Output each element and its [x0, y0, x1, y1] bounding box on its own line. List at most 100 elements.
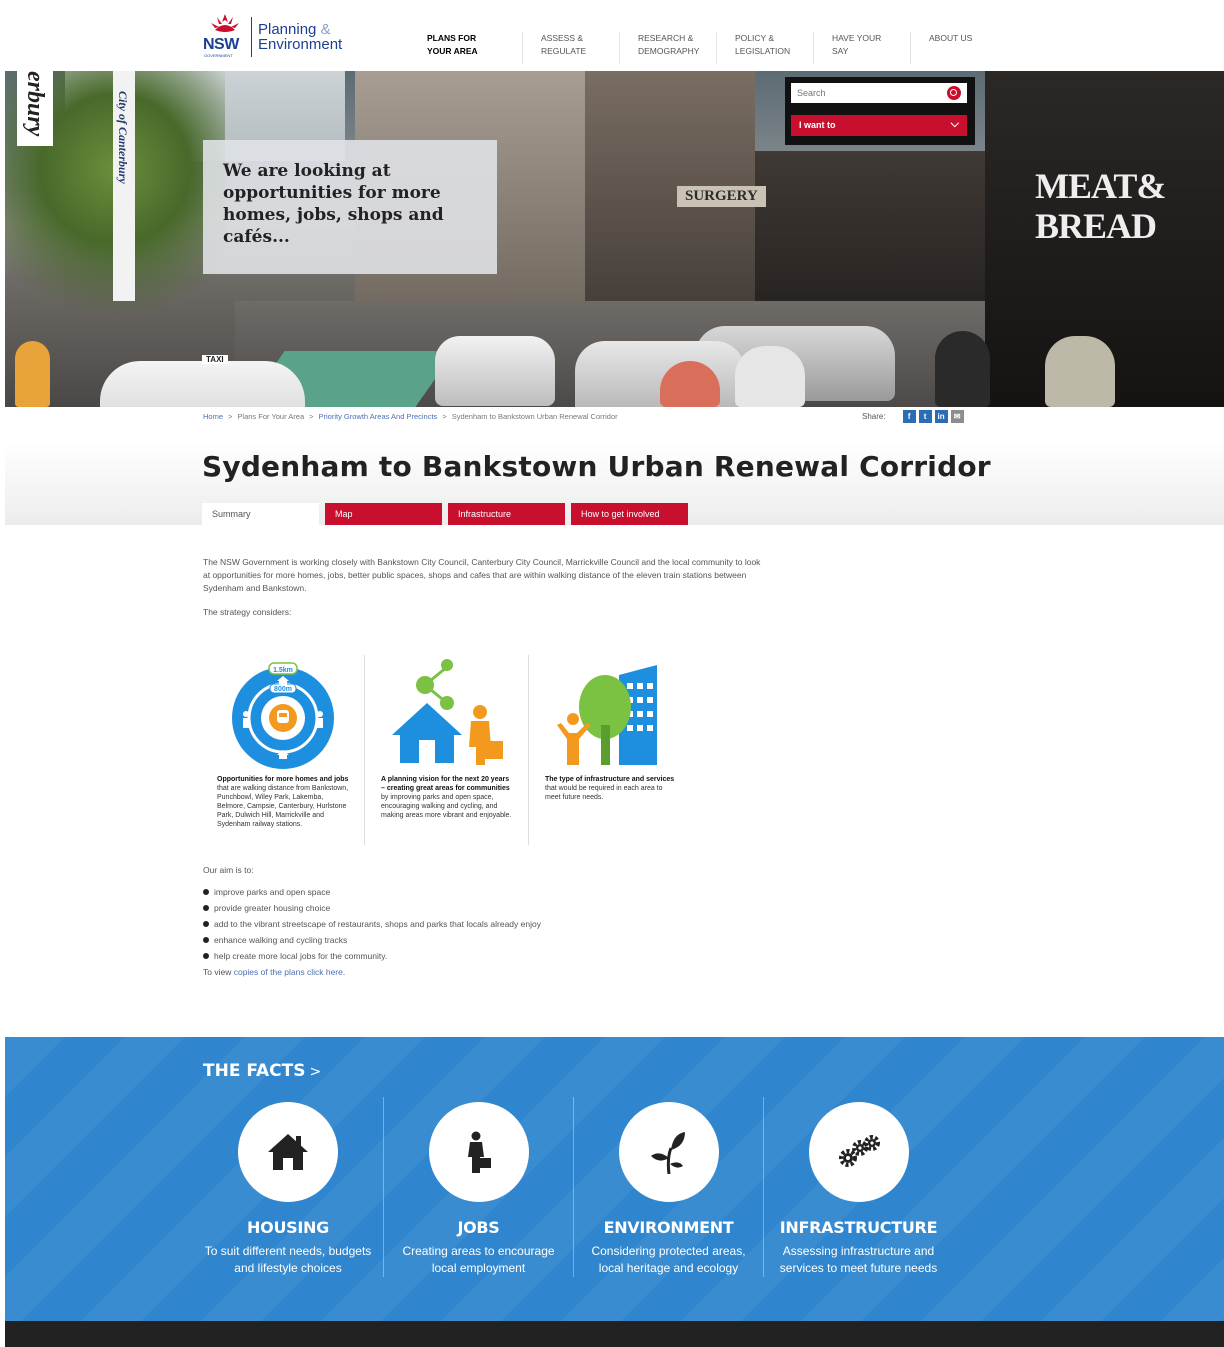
fact-description: Assessing infrastructure and services to …	[764, 1243, 953, 1277]
hero-person	[735, 346, 805, 407]
list-item-text: help create more local jobs for the comm…	[214, 951, 388, 961]
hero-taxi-sign: TAXI	[202, 355, 228, 364]
nav-policy-legislation[interactable]: POLICY & LEGISLATION	[717, 32, 814, 64]
breadcrumb-separator: >	[309, 412, 314, 421]
tab-how-to-get-involved[interactable]: How to get involved	[571, 503, 688, 525]
hero-car	[435, 336, 555, 406]
view-plans-suffix: .	[342, 967, 346, 977]
nsw-planning-logo[interactable]: NSW GOVERNMENT Planning & Environment	[203, 13, 342, 61]
nav-label: HAVE YOUR	[832, 33, 882, 43]
nav-label: ASSESS &	[541, 33, 584, 43]
nav-assess-regulate[interactable]: ASSESS & REGULATE	[523, 32, 620, 64]
view-plans-prefix: To view	[203, 967, 234, 977]
fact-infrastructure[interactable]: INFRASTRUCTURE Assessing infrastructure …	[763, 1097, 953, 1277]
bullet-icon	[203, 921, 209, 927]
hero-callout: We are looking at opportunities for more…	[203, 140, 497, 274]
aim-list: improve parks and open space provide gre…	[203, 884, 541, 964]
fact-desc-line: local heritage and ecology	[598, 1261, 739, 1275]
nav-label: SAY	[832, 46, 849, 56]
nav-about-us[interactable]: ABOUT US	[911, 32, 991, 64]
fact-environment[interactable]: ENVIRONMENT Considering protected areas,…	[573, 1097, 763, 1277]
facts-section: THE FACTS > HOUSING To suit different nee…	[5, 1037, 1224, 1321]
caption-bold: A planning vision for the next 20 years …	[381, 776, 510, 792]
aim-heading: Our aim is to:	[203, 865, 254, 875]
facts-title-link[interactable]: THE FACTS >	[203, 1061, 321, 1081]
list-item: improve parks and open space	[203, 884, 541, 900]
nav-label: POLICY &	[735, 33, 775, 43]
hero-surgery-sign: SURGERY	[677, 186, 766, 207]
fact-description: To suit different needs, budgets and life…	[193, 1243, 383, 1277]
caption-rest: that would be required in each area to m…	[545, 785, 663, 801]
search-icon[interactable]	[947, 86, 961, 100]
breadcrumb-plans[interactable]: Plans For Your Area	[237, 412, 304, 421]
breadcrumb-home[interactable]: Home	[203, 412, 223, 421]
linkedin-icon[interactable]: in	[934, 410, 948, 423]
fact-icon-circle	[808, 1102, 909, 1202]
fact-housing[interactable]: HOUSING To suit different needs, budgets…	[193, 1097, 383, 1277]
breadcrumb-current: Sydenham to Bankstown Urban Renewal Corr…	[451, 412, 618, 421]
radius-label-800m: 800m	[274, 686, 292, 693]
tab-infrastructure[interactable]: Infrastructure	[448, 503, 565, 525]
share-bar: Share: f t in ✉	[862, 410, 964, 423]
nsw-wordmark: NSW	[203, 36, 239, 53]
logo-divider	[251, 17, 252, 57]
caption-rest: by improving parks and open space, encou…	[381, 794, 512, 819]
share-label: Share:	[862, 412, 886, 421]
page-tabs: Summary Map Infrastructure How to get in…	[202, 503, 688, 525]
search-panel: I want to ⌵	[785, 77, 975, 145]
bullet-icon	[203, 889, 209, 895]
i-want-to-label: I want to	[799, 120, 836, 130]
nav-research-demography[interactable]: RESEARCH & DEMOGRAPHY	[620, 32, 717, 64]
search-input[interactable]	[791, 83, 967, 103]
infographic-caption: Opportunities for more homes and jobs th…	[217, 775, 349, 829]
breadcrumb-priority[interactable]: Priority Growth Areas And Precincts	[319, 412, 438, 421]
list-item: provide greater housing choice	[203, 900, 541, 916]
site-footer	[5, 1321, 1224, 1347]
fact-icon-circle	[428, 1102, 529, 1202]
fact-title: HOUSING	[247, 1218, 329, 1237]
strategy-paragraph: The strategy considers:	[203, 607, 292, 617]
fact-icon-circle	[238, 1102, 338, 1202]
tab-summary[interactable]: Summary	[202, 503, 319, 525]
list-item: help create more local jobs for the comm…	[203, 948, 541, 964]
fact-desc-line: Assessing infrastructure and	[782, 1244, 935, 1258]
hero-banner-text: erbury	[22, 71, 48, 137]
view-plans-link[interactable]: copies of the plans click here	[234, 967, 343, 977]
main-nav: PLANS FOR YOUR AREA ASSESS & REGULATE RE…	[427, 32, 991, 64]
fact-title: JOBS	[457, 1218, 500, 1237]
intro-paragraph: The NSW Government is working closely wi…	[203, 557, 761, 593]
fact-desc-line: and lifestyle choices	[234, 1261, 342, 1275]
fact-icon-circle	[618, 1102, 719, 1202]
view-plans-line: To view copies of the plans click here.	[203, 967, 345, 977]
fact-jobs[interactable]: JOBS Creating areas to encourage local em…	[383, 1097, 573, 1277]
site-header: NSW GOVERNMENT Planning & Environment PL…	[5, 5, 1224, 71]
fact-desc-line: Considering protected areas,	[591, 1244, 746, 1258]
hero-callout-text: We are looking at opportunities for more…	[223, 161, 444, 247]
nav-plans-for-your-area[interactable]: PLANS FOR YOUR AREA	[427, 32, 523, 64]
twitter-icon[interactable]: t	[918, 410, 932, 423]
bullet-icon	[203, 953, 209, 959]
government-wordmark: GOVERNMENT	[204, 53, 233, 58]
facebook-icon[interactable]: f	[902, 410, 916, 423]
gears-icon	[838, 1135, 880, 1167]
email-icon[interactable]: ✉	[950, 410, 964, 423]
nav-label: YOUR AREA	[427, 46, 478, 56]
nav-label: DEMOGRAPHY	[638, 46, 700, 56]
list-item: enhance walking and cycling tracks	[203, 932, 541, 948]
leaf-icon	[650, 1132, 685, 1174]
list-item: add to the vibrant streetscape of restau…	[203, 916, 541, 932]
caption-bold: The type of infrastructure and services	[545, 776, 675, 783]
page-title: Sydenham to Bankstown Urban Renewal Corr…	[202, 450, 991, 483]
house-network-icon	[392, 659, 503, 765]
tab-map[interactable]: Map	[325, 503, 442, 525]
i-want-to-dropdown[interactable]: I want to ⌵	[791, 115, 967, 136]
nav-have-your-say[interactable]: HAVE YOUR SAY	[814, 32, 911, 64]
breadcrumb-separator: >	[442, 412, 447, 421]
house-icon	[268, 1134, 308, 1170]
hero-person	[15, 341, 50, 407]
logo-text: Planning & Environment	[258, 22, 342, 52]
list-item-text: improve parks and open space	[214, 887, 331, 897]
caption-rest: that are walking distance from Bankstown…	[217, 785, 349, 828]
breadcrumb-separator: >	[228, 412, 233, 421]
hero-banner: MEAT& BREAD SURGERY erbury City of Canter…	[5, 71, 1224, 407]
